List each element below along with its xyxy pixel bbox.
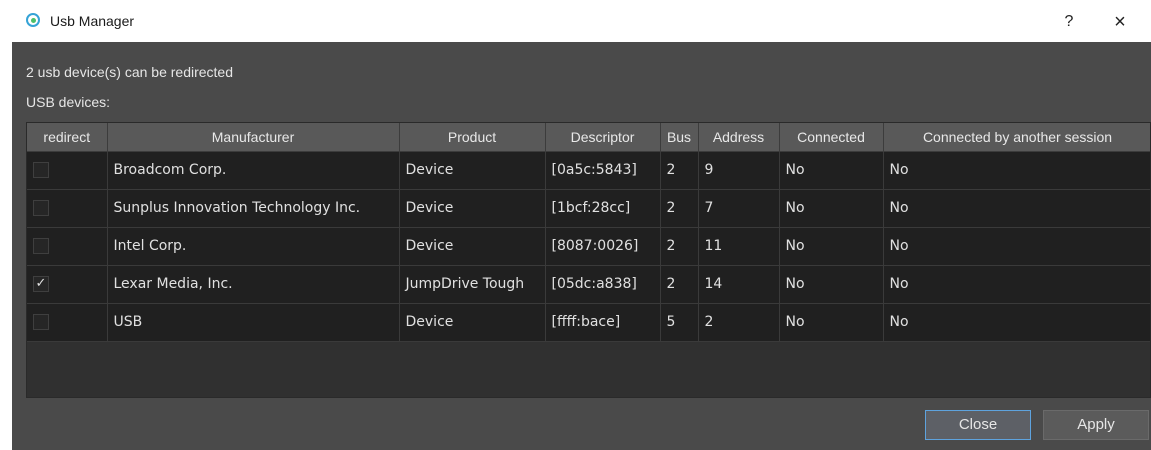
window-title: Usb Manager: [50, 13, 135, 29]
column-header-descriptor[interactable]: Descriptor: [545, 123, 661, 152]
help-button[interactable]: ?: [1055, 10, 1083, 34]
other-session-cell: No: [883, 265, 1150, 304]
table-row[interactable]: ✓ Lexar Media, Inc. JumpDrive Tough [05d…: [27, 265, 1150, 304]
descriptor-cell: [1bcf:28cc]: [545, 189, 661, 228]
table-row[interactable]: Broadcom Corp. Device [0a5c:5843] 2 9 No…: [27, 151, 1150, 190]
other-session-cell: No: [883, 303, 1150, 342]
connected-cell: No: [779, 265, 884, 304]
manufacturer-cell: Sunplus Innovation Technology Inc.: [107, 189, 400, 228]
bus-cell: 2: [660, 227, 699, 266]
table-row[interactable]: Intel Corp. Device [8087:0026] 2 11 No N…: [27, 227, 1150, 266]
bus-cell: 2: [660, 151, 699, 190]
product-cell: Device: [399, 151, 546, 190]
connected-cell: No: [779, 303, 884, 342]
descriptor-cell: [8087:0026]: [545, 227, 661, 266]
redirect-checkbox[interactable]: ✓: [33, 276, 49, 292]
close-window-icon[interactable]: ×: [1100, 8, 1140, 36]
address-cell: 9: [698, 151, 780, 190]
connected-cell: No: [779, 227, 884, 266]
column-header-connected[interactable]: Connected: [779, 123, 884, 152]
redirect-cell: [27, 227, 108, 266]
other-session-cell: No: [883, 189, 1150, 228]
redirect-status-text: 2 usb device(s) can be redirected: [26, 64, 233, 80]
connected-cell: No: [779, 151, 884, 190]
manufacturer-cell: Intel Corp.: [107, 227, 400, 266]
apply-button[interactable]: Apply: [1043, 410, 1149, 440]
manufacturer-cell: Broadcom Corp.: [107, 151, 400, 190]
close-button[interactable]: Close: [925, 410, 1031, 440]
redirect-checkbox[interactable]: [33, 314, 49, 330]
redirect-cell: [27, 189, 108, 228]
address-cell: 11: [698, 227, 780, 266]
product-cell: Device: [399, 189, 546, 228]
manufacturer-cell: USB: [107, 303, 400, 342]
usb-manager-dialog: Usb Manager ? × 2 usb device(s) can be r…: [12, 2, 1151, 450]
redirect-checkbox[interactable]: [33, 200, 49, 216]
column-header-manufacturer[interactable]: Manufacturer: [107, 123, 400, 152]
column-header-other-session[interactable]: Connected by another session: [883, 123, 1150, 152]
title-bar: Usb Manager ? ×: [12, 2, 1151, 42]
address-cell: 2: [698, 303, 780, 342]
other-session-cell: No: [883, 227, 1150, 266]
descriptor-cell: [05dc:a838]: [545, 265, 661, 304]
usb-devices-table: redirect Manufacturer Product Descriptor…: [26, 122, 1151, 398]
bus-cell: 2: [660, 189, 699, 228]
redirect-cell: ✓: [27, 265, 108, 304]
product-cell: Device: [399, 227, 546, 266]
redirect-cell: [27, 151, 108, 190]
dialog-body: 2 usb device(s) can be redirected USB de…: [12, 42, 1151, 450]
other-session-cell: No: [883, 151, 1150, 190]
table-row[interactable]: Sunplus Innovation Technology Inc. Devic…: [27, 189, 1150, 228]
bus-cell: 2: [660, 265, 699, 304]
column-header-bus[interactable]: Bus: [660, 123, 699, 152]
table-row[interactable]: USB Device [ffff:bace] 5 2 No No: [27, 303, 1150, 342]
manufacturer-cell: Lexar Media, Inc.: [107, 265, 400, 304]
connected-cell: No: [779, 189, 884, 228]
column-header-address[interactable]: Address: [698, 123, 780, 152]
usb-devices-label: USB devices:: [26, 94, 111, 110]
descriptor-cell: [0a5c:5843]: [545, 151, 661, 190]
column-header-redirect[interactable]: redirect: [27, 123, 108, 152]
address-cell: 14: [698, 265, 780, 304]
column-header-product[interactable]: Product: [399, 123, 546, 152]
descriptor-cell: [ffff:bace]: [545, 303, 661, 342]
redirect-cell: [27, 303, 108, 342]
redirect-checkbox[interactable]: [33, 238, 49, 254]
app-icon: [26, 13, 40, 27]
bus-cell: 5: [660, 303, 699, 342]
table-header-row: redirect Manufacturer Product Descriptor…: [27, 123, 1150, 152]
product-cell: JumpDrive Tough: [399, 265, 546, 304]
address-cell: 7: [698, 189, 780, 228]
redirect-checkbox[interactable]: [33, 162, 49, 178]
product-cell: Device: [399, 303, 546, 342]
